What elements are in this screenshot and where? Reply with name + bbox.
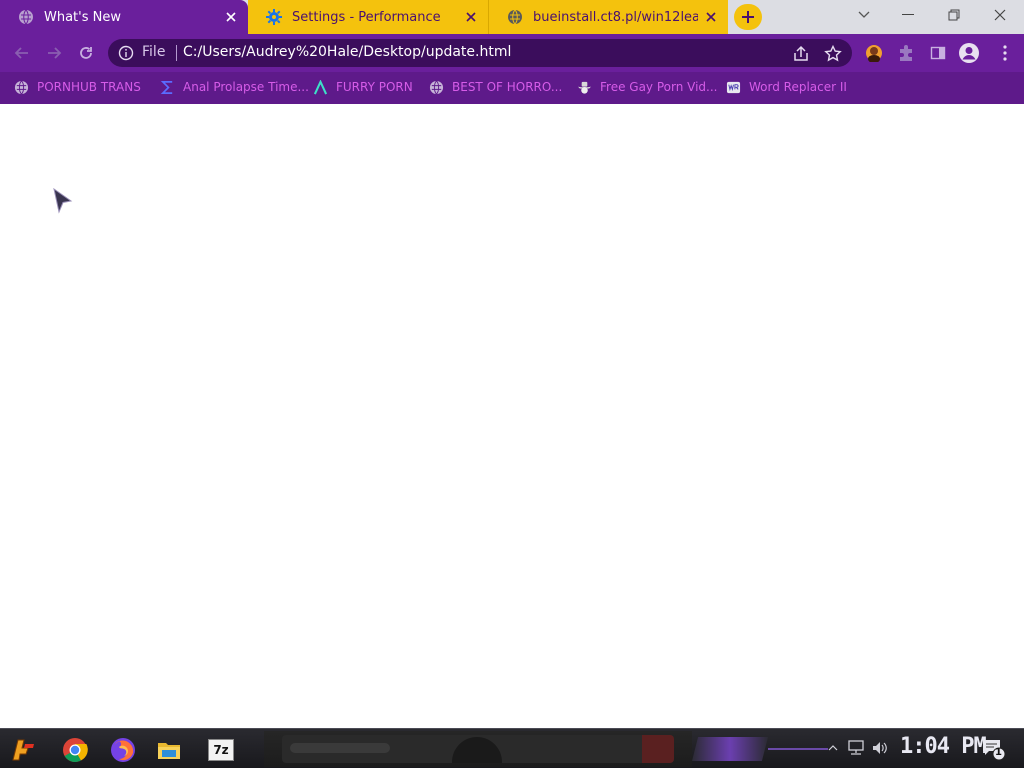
window-thumbnail (282, 735, 674, 763)
menu-button[interactable] (994, 42, 1016, 64)
taskbar-file-explorer[interactable] (154, 735, 184, 765)
address-separator (176, 45, 177, 61)
tab-title: What's New (44, 9, 121, 25)
network-button[interactable] (845, 737, 867, 759)
plus-icon (742, 11, 754, 23)
notification-center-button[interactable]: 1 (980, 737, 1006, 761)
wr-icon (726, 81, 741, 93)
extensions-button[interactable] (895, 42, 917, 64)
7zip-label: 7z (213, 743, 229, 757)
forward-button[interactable] (44, 43, 64, 63)
taskbar-decoration-line (768, 748, 828, 750)
extension-avatar-icon[interactable] (863, 42, 885, 64)
lambda-icon (313, 79, 328, 94)
close-icon[interactable] (224, 10, 238, 24)
url-text[interactable]: C:/Users/Audrey%20Hale/Desktop/update.ht… (183, 44, 511, 60)
taskbar-window-preview[interactable] (264, 731, 692, 767)
user-avatar-icon (959, 43, 979, 63)
start-logo-icon (12, 739, 34, 761)
taskbar-clock[interactable]: 1:04 PM (900, 734, 987, 759)
start-button[interactable] (8, 735, 38, 765)
kebab-menu-icon (1003, 45, 1007, 61)
tab-settings-performance[interactable]: Settings - Performance (248, 0, 488, 34)
taskbar-firefox[interactable] (108, 735, 138, 765)
address-bar[interactable]: File C:/Users/Audrey%20Hale/Desktop/upda… (108, 39, 852, 67)
share-icon[interactable] (792, 45, 810, 63)
reload-icon (80, 47, 92, 59)
back-button[interactable] (12, 43, 32, 63)
close-icon[interactable] (464, 10, 478, 24)
puzzle-icon (900, 45, 912, 61)
notification-icon (983, 740, 1006, 761)
globe-icon (19, 9, 33, 25)
taskbar-7zip[interactable]: 7z (206, 735, 236, 765)
close-icon (994, 9, 1006, 21)
profile-button[interactable] (958, 42, 980, 64)
new-tab-button[interactable] (734, 4, 762, 30)
speaker-icon (873, 742, 887, 754)
close-window-button[interactable] (978, 0, 1022, 30)
bookmark-item[interactable]: Anal Prolapse Time... (160, 78, 309, 96)
minimize-icon (902, 14, 914, 15)
bookmark-label: PORNHUB TRANS (37, 80, 141, 94)
reload-button[interactable] (76, 43, 96, 63)
folder-icon (158, 743, 180, 759)
taskbar-decoration (692, 737, 768, 761)
bookmark-item[interactable]: BEST OF HORRO... (429, 78, 562, 96)
bookmark-item[interactable]: Free Gay Porn Vid... (577, 78, 717, 96)
tab-bueinstall[interactable]: bueinstall.ct8.pl/win12leak/err (488, 0, 728, 34)
taskbar-chrome[interactable] (60, 735, 90, 765)
mouse-cursor-icon (53, 188, 73, 214)
bookmark-item[interactable]: PORNHUB TRANS (14, 78, 141, 96)
taskbar: 7z 1:04 PM 1 (0, 728, 1024, 768)
bookmark-label: Word Replacer II (749, 80, 847, 94)
restore-icon (948, 9, 960, 21)
volume-button[interactable] (869, 737, 891, 759)
restore-button[interactable] (932, 0, 976, 30)
info-icon[interactable] (118, 45, 134, 61)
chrome-icon (63, 738, 88, 763)
minimize-button[interactable] (886, 0, 930, 30)
tab-search-button[interactable] (842, 0, 886, 30)
network-icon (848, 740, 864, 755)
chevron-up-icon (828, 745, 838, 751)
tab-title: bueinstall.ct8.pl/win12leak/err (533, 9, 698, 25)
firefox-icon (111, 738, 135, 762)
tab-whats-new[interactable]: What's New (0, 0, 248, 34)
bookmark-star-icon[interactable] (824, 45, 842, 63)
url-scheme-label: File (142, 44, 166, 60)
side-panel-icon (930, 46, 946, 60)
sigma-icon (160, 80, 173, 94)
profile-extension-icon (866, 45, 882, 62)
tab-strip: What's New Settings - Performance bueins… (0, 0, 1024, 34)
globe-icon (508, 9, 522, 25)
gear-icon (266, 9, 282, 25)
side-panel-button[interactable] (927, 42, 949, 64)
globe-icon (429, 80, 444, 94)
cowboy-icon (577, 81, 592, 94)
bookmark-label: Anal Prolapse Time... (183, 80, 309, 94)
globe-icon (14, 80, 29, 94)
7zip-icon: 7z (208, 739, 234, 761)
bookmark-label: Free Gay Porn Vid... (600, 80, 718, 94)
page-content[interactable] (0, 104, 1024, 728)
show-hidden-icons-button[interactable] (822, 737, 844, 759)
notification-count: 1 (995, 747, 1002, 758)
bookmark-label: FURRY PORN (336, 80, 413, 94)
forward-arrow-icon (48, 47, 62, 59)
bookmark-label: BEST OF HORRO... (452, 80, 563, 94)
tab-title: Settings - Performance (292, 9, 441, 25)
bookmark-item[interactable]: Word Replacer II (726, 78, 847, 96)
chevron-down-icon (858, 11, 870, 18)
close-icon[interactable] (704, 10, 718, 24)
bookmark-item[interactable]: FURRY PORN (313, 78, 413, 96)
bookmarks-bar: PORNHUB TRANS Anal Prolapse Time... FURR… (0, 72, 1024, 102)
back-arrow-icon (14, 47, 28, 59)
